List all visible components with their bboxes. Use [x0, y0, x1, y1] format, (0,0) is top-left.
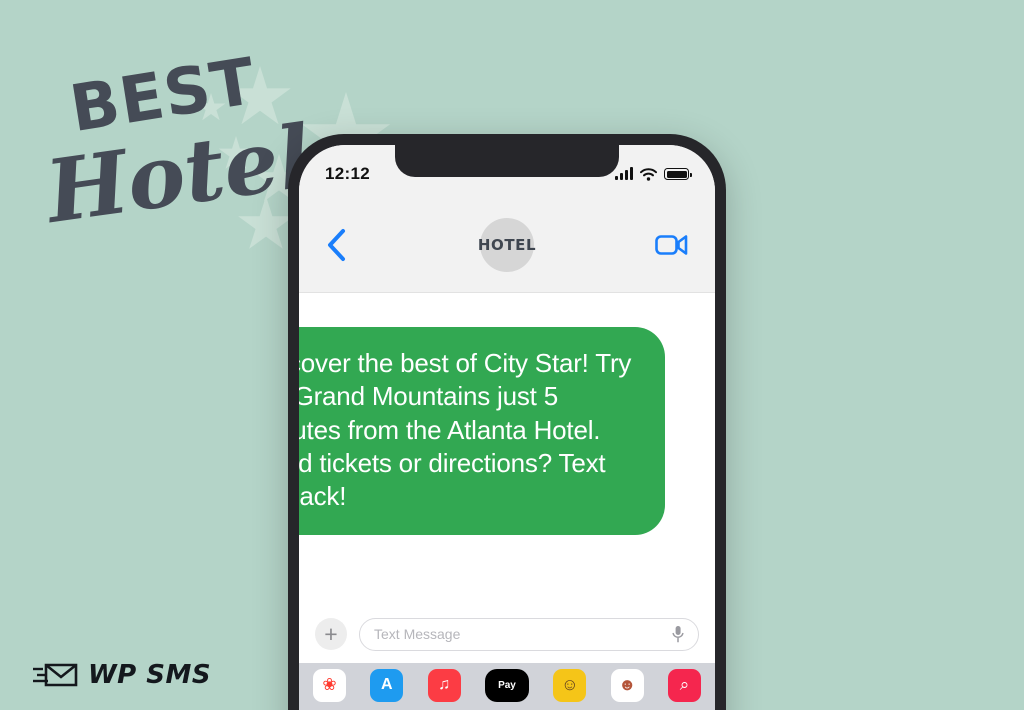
app-store-icon[interactable]: A [370, 668, 404, 702]
search-input[interactable]: Text Message [359, 617, 699, 651]
phone-notch [395, 145, 619, 177]
phone-screen: 12:12 HOTEL over the best of City Star! … [299, 145, 715, 710]
battery-full-icon [664, 168, 692, 180]
brand-artwork: BEST Hotel [30, 45, 317, 266]
message-input-placeholder: Text Message [374, 626, 461, 642]
message-bubble-outgoing: Discover the best of City Star! Try the … [299, 327, 665, 536]
message-list: Discover the best of City Star! Try the … [299, 293, 715, 605]
status-indicators [615, 167, 692, 181]
avatar: HOTEL [478, 217, 536, 272]
conversation-header: HOTEL [299, 197, 715, 293]
contact-info[interactable]: HOTEL [478, 217, 536, 272]
wifi-icon [640, 167, 657, 181]
envelope-send-icon [33, 663, 78, 687]
message-text: Discover the best of City Star! Try the … [299, 348, 632, 512]
status-time: 12:12 [325, 164, 370, 183]
phone-mockup: 12:12 HOTEL over the best of City Star! … [288, 134, 726, 710]
plus-icon[interactable]: + [315, 618, 347, 650]
photos-app-icon[interactable]: ❀ [313, 668, 346, 702]
imessage-app-tray: ❀ A ♫ Pay ☺ ☻ ⌕ [299, 663, 715, 707]
apple-pay-icon[interactable]: Pay [484, 668, 529, 702]
image-search-icon[interactable]: ⌕ [667, 668, 701, 702]
message-composer: + Text Message [299, 605, 715, 663]
microphone-icon[interactable] [672, 625, 684, 643]
music-app-icon[interactable]: ♫ [427, 668, 461, 702]
memoji-icon[interactable]: ☺ [553, 668, 587, 702]
animoji-stickers-icon[interactable]: ☻ [610, 668, 644, 702]
wp-sms-logo: WP SMS [32, 660, 211, 690]
chevron-left-icon[interactable] [325, 228, 347, 262]
cellular-bars-icon [615, 167, 633, 180]
wp-sms-label: WP SMS [88, 660, 212, 690]
video-camera-icon[interactable] [655, 233, 689, 257]
